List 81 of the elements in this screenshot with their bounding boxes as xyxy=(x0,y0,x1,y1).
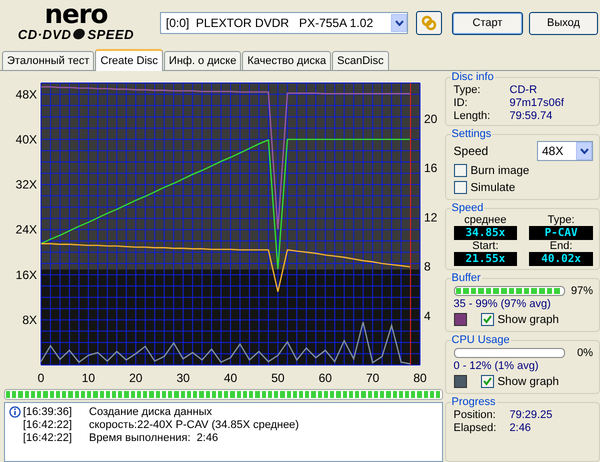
tab[interactable]: Эталонный тест xyxy=(2,51,94,70)
y-axis-label: 20 xyxy=(424,112,438,126)
drive-dropdown[interactable]: [0:0] PLEXTOR DVDR PX-755A 1.02 xyxy=(160,12,408,34)
header-button[interactable]: Выход xyxy=(528,12,598,34)
y-axis-label: 16X xyxy=(16,268,37,282)
readout-label: End: xyxy=(550,240,572,252)
field-value: 2:46 xyxy=(510,422,531,434)
y-axis-label: 24X xyxy=(16,222,37,237)
group-title: Disc info xyxy=(450,71,495,83)
checkbox[interactable] xyxy=(480,375,494,388)
tab[interactable]: Create Disc xyxy=(95,49,163,71)
log-message: скорость:22-40X P-CAV (34.85X среднее) xyxy=(89,418,299,430)
y-axis-label: 8 xyxy=(424,260,431,274)
header-button[interactable]: Старт xyxy=(452,12,523,34)
group-title: Progress xyxy=(450,396,497,408)
group-title: Buffer xyxy=(450,272,482,284)
log-message: Время выполнения: 2:46 xyxy=(89,432,218,444)
y-axis-label: 8X xyxy=(22,312,37,327)
x-axis-label: 0 xyxy=(38,371,44,385)
checkbox-label: Burn image xyxy=(470,164,530,176)
y-axis-label: 48X xyxy=(16,87,37,102)
checkbox[interactable] xyxy=(454,164,467,177)
field-value: CD-R xyxy=(510,84,538,96)
x-axis-label: 20 xyxy=(129,371,142,385)
rings-button[interactable] xyxy=(416,11,442,35)
field-label: Speed xyxy=(454,144,488,158)
field-label: Type: xyxy=(454,84,482,96)
x-axis-label: 30 xyxy=(176,371,190,385)
readout-label: среднее xyxy=(464,214,506,226)
info-icon xyxy=(9,406,21,418)
x-axis-label: 40 xyxy=(224,371,238,385)
percent-text: 97% xyxy=(571,285,593,297)
tab[interactable]: ScanDisc xyxy=(332,51,389,70)
group-title: CPU Usage xyxy=(450,334,511,346)
y-axis-label: 16 xyxy=(424,161,438,176)
field-label: Length: xyxy=(454,110,492,122)
field-value: 79:29.25 xyxy=(510,408,552,420)
color-swatch[interactable] xyxy=(454,375,467,388)
log-time: [16:42:22] xyxy=(23,432,73,444)
range-text: 0 - 12% (1% avg) xyxy=(454,360,540,373)
checkbox[interactable] xyxy=(480,313,494,326)
rings-icon xyxy=(421,15,438,31)
x-axis-label: 70 xyxy=(366,371,380,385)
nero-logo-text: nero xyxy=(44,2,108,28)
group-title: Speed xyxy=(450,202,484,214)
field-label: Position: xyxy=(454,408,497,420)
logo-text: SPEED xyxy=(87,28,134,40)
group-title: Settings xyxy=(450,128,492,140)
color-swatch[interactable] xyxy=(454,313,467,326)
field-label: Elapsed: xyxy=(454,422,498,434)
percent-text: 0% xyxy=(576,347,593,359)
y-axis-label: 32X xyxy=(16,178,37,192)
tab[interactable]: Качество диска xyxy=(242,51,332,70)
x-axis-label: 50 xyxy=(271,371,285,385)
disc-icon xyxy=(72,28,86,40)
checkbox-label: Show graph xyxy=(498,314,559,326)
readout-label: Start: xyxy=(472,240,499,252)
y-axis-label: 40X xyxy=(16,132,37,146)
speed-dropdown[interactable]: 48X xyxy=(537,141,593,161)
log-time: [16:42:22] xyxy=(23,418,73,430)
x-axis-label: 80 xyxy=(413,371,427,385)
field-label: ID: xyxy=(454,96,469,108)
logo-text: CD·DVD xyxy=(18,28,72,40)
checkbox-label: Simulate xyxy=(470,182,516,194)
y-axis-label: 4 xyxy=(424,308,431,323)
y-axis-label: 12 xyxy=(424,210,438,224)
x-axis-label: 60 xyxy=(318,371,332,385)
readout-display: 40.02x xyxy=(529,252,593,266)
range-text: 35 - 99% (97% avg) xyxy=(454,298,552,311)
readout-label: Type: xyxy=(548,214,575,226)
checkbox[interactable] xyxy=(454,181,467,194)
checkbox-label: Show graph xyxy=(498,376,559,388)
readout-display: 34.85x xyxy=(454,226,518,240)
readout-display: 21.55x xyxy=(454,252,518,266)
log-message: Создание диска данных xyxy=(89,406,212,418)
readout-display: P-CAV xyxy=(529,226,593,240)
field-value: 97m17s06f xyxy=(510,96,564,108)
x-axis-label: 10 xyxy=(82,371,96,385)
field-value: 79:59.74 xyxy=(510,110,552,122)
tab[interactable]: Инф. о диске xyxy=(164,51,242,70)
log-time: [16:39:36] xyxy=(23,406,73,418)
